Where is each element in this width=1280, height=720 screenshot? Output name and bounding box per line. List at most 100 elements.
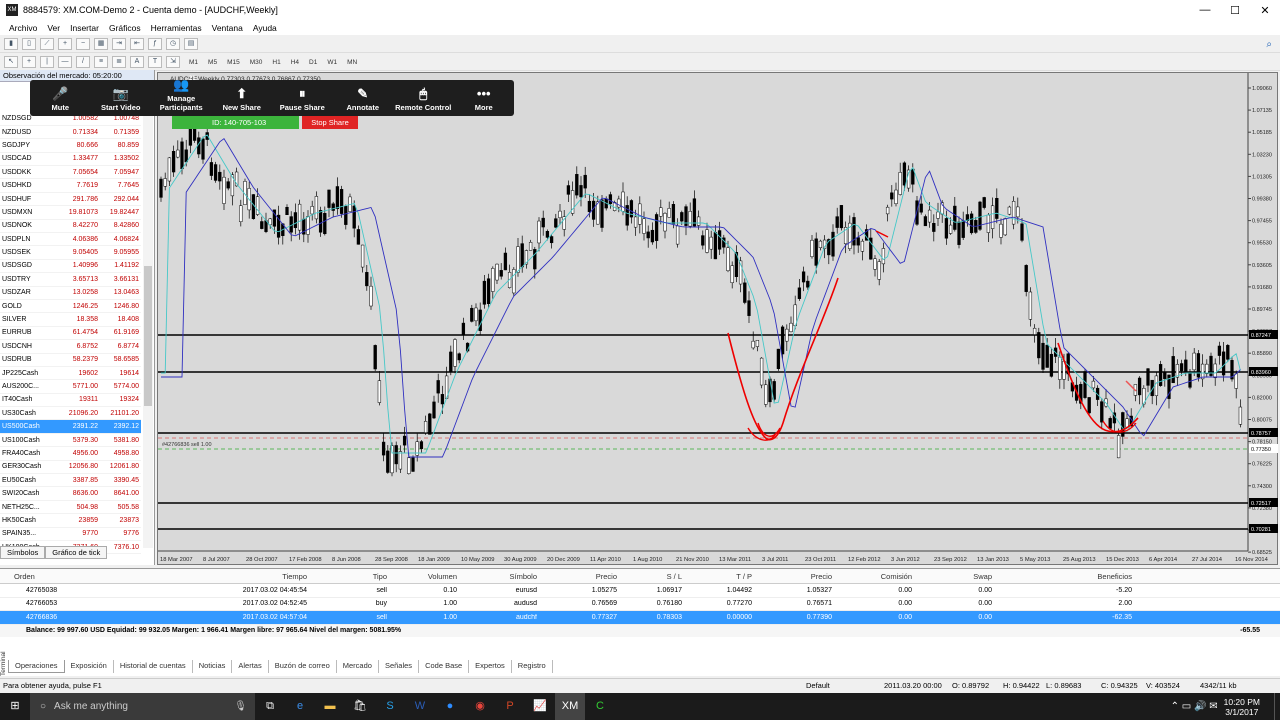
market-watch-row[interactable]: SWI20Cash 8636.00 8641.00 — [0, 486, 141, 501]
order-row[interactable]: 42766836 2017.03.02 04:57:04 sell 1.00 audch… — [0, 611, 1280, 625]
periods-icon[interactable]: ◷ — [166, 38, 180, 50]
column-header[interactable]: S / L — [620, 572, 685, 581]
clock[interactable]: 10:20 PM 3/1/2017 — [1224, 697, 1260, 717]
tile-icon[interactable]: ▦ — [94, 38, 108, 50]
taskbar-search[interactable]: ○ Ask me anything 🎙 — [30, 693, 255, 720]
price-chart[interactable]: AUDCHF,Weekly 0.77303 0.77673 0.76867 0.… — [158, 73, 1279, 566]
market-watch-row[interactable]: USDCNH 6.8752 6.8774 — [0, 339, 141, 354]
market-watch-row[interactable]: US30Cash 21096.20 21101.20 — [0, 406, 141, 421]
minimize-button[interactable]: — — [1190, 4, 1220, 17]
market-watch-tab-0[interactable]: Símbolos — [0, 546, 46, 559]
market-watch-row[interactable]: USDMXN 19.81073 19.82447 — [0, 205, 141, 220]
column-header[interactable]: Tiempo — [120, 572, 310, 581]
market-watch-row[interactable]: HK50Cash 23859 23873 — [0, 513, 141, 528]
zoom-app-icon[interactable]: ● — [435, 693, 465, 720]
market-watch-row[interactable]: EU50Cash 3387.85 3390.45 — [0, 473, 141, 488]
terminal-tab-0[interactable]: Operaciones — [8, 660, 65, 673]
line-chart-icon[interactable]: ⟋ — [40, 38, 54, 50]
market-watch-row[interactable]: US500Cash 2391.22 2392.12 — [0, 419, 141, 434]
channel-icon[interactable]: ≡ — [94, 56, 108, 68]
market-watch-row[interactable]: JP225Cash 19602 19614 — [0, 366, 141, 381]
templates-icon[interactable]: ▤ — [184, 38, 198, 50]
zoom-button-7[interactable]: ••• More — [454, 85, 515, 112]
market-watch-row[interactable]: US100Cash 5379.30 5381.80 — [0, 433, 141, 448]
crosshair-icon[interactable]: + — [22, 56, 36, 68]
start-icon[interactable]: ⊞ — [0, 693, 30, 720]
timeframe-m5[interactable]: M5 — [208, 59, 217, 66]
terminal-tab-5[interactable]: Buzón de correo — [269, 660, 337, 673]
candle-chart-icon[interactable]: ▯ — [22, 38, 36, 50]
zoom-button-2[interactable]: 👥 Manage Participants 21 — [151, 76, 212, 112]
column-header[interactable]: Swap — [915, 572, 995, 581]
task-view-icon[interactable]: ⧉ — [255, 693, 285, 720]
order-row[interactable]: 42765038 2017.03.02 04:45:54 sell 0.10 eurus… — [0, 584, 1280, 598]
maximize-button[interactable]: ☐ — [1220, 4, 1250, 17]
menu-0[interactable]: Archivo — [9, 23, 37, 33]
terminal-tab-2[interactable]: Historial de cuentas — [114, 660, 193, 673]
label-icon[interactable]: T — [148, 56, 162, 68]
market-watch-row[interactable]: SPAIN35... 9770 9776 — [0, 527, 141, 542]
market-watch-row[interactable]: USDCAD 1.33477 1.33502 — [0, 152, 141, 167]
menu-3[interactable]: Gráficos — [109, 23, 141, 33]
timeframe-d1[interactable]: D1 — [309, 59, 317, 66]
market-watch-row[interactable]: USDZAR 13.0258 13.0463 — [0, 286, 141, 300]
skype-icon[interactable]: S — [375, 693, 405, 720]
terminal-tab-6[interactable]: Mercado — [337, 660, 379, 673]
menu-5[interactable]: Ventana — [212, 23, 243, 33]
mt4-icon[interactable]: XM — [555, 693, 585, 720]
market-watch-row[interactable]: USDSGD 1.40996 1.41192 — [0, 259, 141, 274]
market-watch-tab-1[interactable]: Gráfico de tick — [45, 546, 108, 559]
market-watch-row[interactable]: FRA40Cash 4956.00 4958.80 — [0, 446, 141, 461]
column-header[interactable]: Volumen — [390, 572, 460, 581]
column-header[interactable]: Precio — [755, 572, 835, 581]
scrollbar-thumb[interactable] — [144, 266, 152, 406]
market-watch-row[interactable]: NETH25C... 504.98 505.58 — [0, 500, 141, 515]
menu-4[interactable]: Herramientas — [151, 23, 202, 33]
market-watch-row[interactable]: SGDJPY 80.666 80.859 — [0, 138, 141, 153]
market-watch-row[interactable]: USDNOK 8.42270 8.42860 — [0, 219, 141, 234]
text-icon[interactable]: A — [130, 56, 144, 68]
zoom-in-icon[interactable]: + — [58, 38, 72, 50]
zoom-button-0[interactable]: 🎤 Mute — [30, 85, 91, 112]
timeframe-m30[interactable]: M30 — [250, 59, 263, 66]
column-header[interactable]: Tipo — [310, 572, 390, 581]
column-header[interactable]: Comisión — [835, 572, 915, 581]
fibo-icon[interactable]: ≣ — [112, 56, 126, 68]
chrome-icon[interactable]: ◉ — [465, 693, 495, 720]
order-row[interactable]: 42766053 2017.03.02 04:52:45 buy 1.00 audusd… — [0, 598, 1280, 611]
zoom-out-icon[interactable]: − — [76, 38, 90, 50]
trendline-icon[interactable]: / — [76, 56, 90, 68]
indicators-icon[interactable]: ƒ — [148, 38, 162, 50]
market-watch-row[interactable]: USDRUB 58.2379 58.6585 — [0, 353, 141, 367]
market-watch-scrollbar[interactable] — [143, 86, 153, 548]
market-watch-row[interactable]: GER30Cash 12056.80 12061.80 — [0, 460, 141, 475]
stop-share-button[interactable]: Stop Share — [302, 116, 358, 129]
market-watch-row[interactable]: IT40Cash 19311 19324 — [0, 393, 141, 408]
market-watch-row[interactable]: GOLD 1246.25 1246.80 — [0, 299, 141, 314]
terminal-tab-10[interactable]: Registro — [512, 660, 553, 673]
vline-icon[interactable]: | — [40, 56, 54, 68]
zoom-button-4[interactable]: ⏸ Pause Share — [272, 85, 333, 112]
tray-icons[interactable]: ⌃ ▭ 🔊 ✉ — [1171, 701, 1218, 712]
zoom-button-5[interactable]: ✎ Annotate — [333, 85, 394, 112]
hline-icon[interactable]: — — [58, 56, 72, 68]
terminal-tab-9[interactable]: Expertos — [469, 660, 512, 673]
column-header[interactable]: Precio — [540, 572, 620, 581]
show-desktop[interactable] — [1274, 693, 1280, 720]
store-icon[interactable]: 🛍 — [345, 693, 375, 720]
menu-1[interactable]: Ver — [47, 23, 60, 33]
timeframe-h1[interactable]: H1 — [272, 59, 280, 66]
market-watch-row[interactable]: EURRUB 61.4754 61.9169 — [0, 326, 141, 341]
market-watch-row[interactable]: USDHKD 7.7619 7.7645 — [0, 178, 141, 193]
camtasia-icon[interactable]: C — [585, 693, 615, 720]
explorer-icon[interactable]: ▬ — [315, 693, 345, 720]
terminal-tab-8[interactable]: Code Base — [419, 660, 470, 673]
zoom-button-3[interactable]: ⬆ New Share — [212, 85, 273, 112]
shift-icon[interactable]: ⇤ — [130, 38, 144, 50]
timeframe-m1[interactable]: M1 — [189, 59, 198, 66]
trading-app-icon[interactable]: 📈 — [525, 693, 555, 720]
bar-chart-icon[interactable]: ▮ — [4, 38, 18, 50]
column-header[interactable]: Beneficios — [995, 572, 1135, 581]
market-watch-row[interactable]: USDSEK 9.05405 9.05955 — [0, 245, 141, 260]
terminal-tab-3[interactable]: Noticias — [193, 660, 233, 673]
